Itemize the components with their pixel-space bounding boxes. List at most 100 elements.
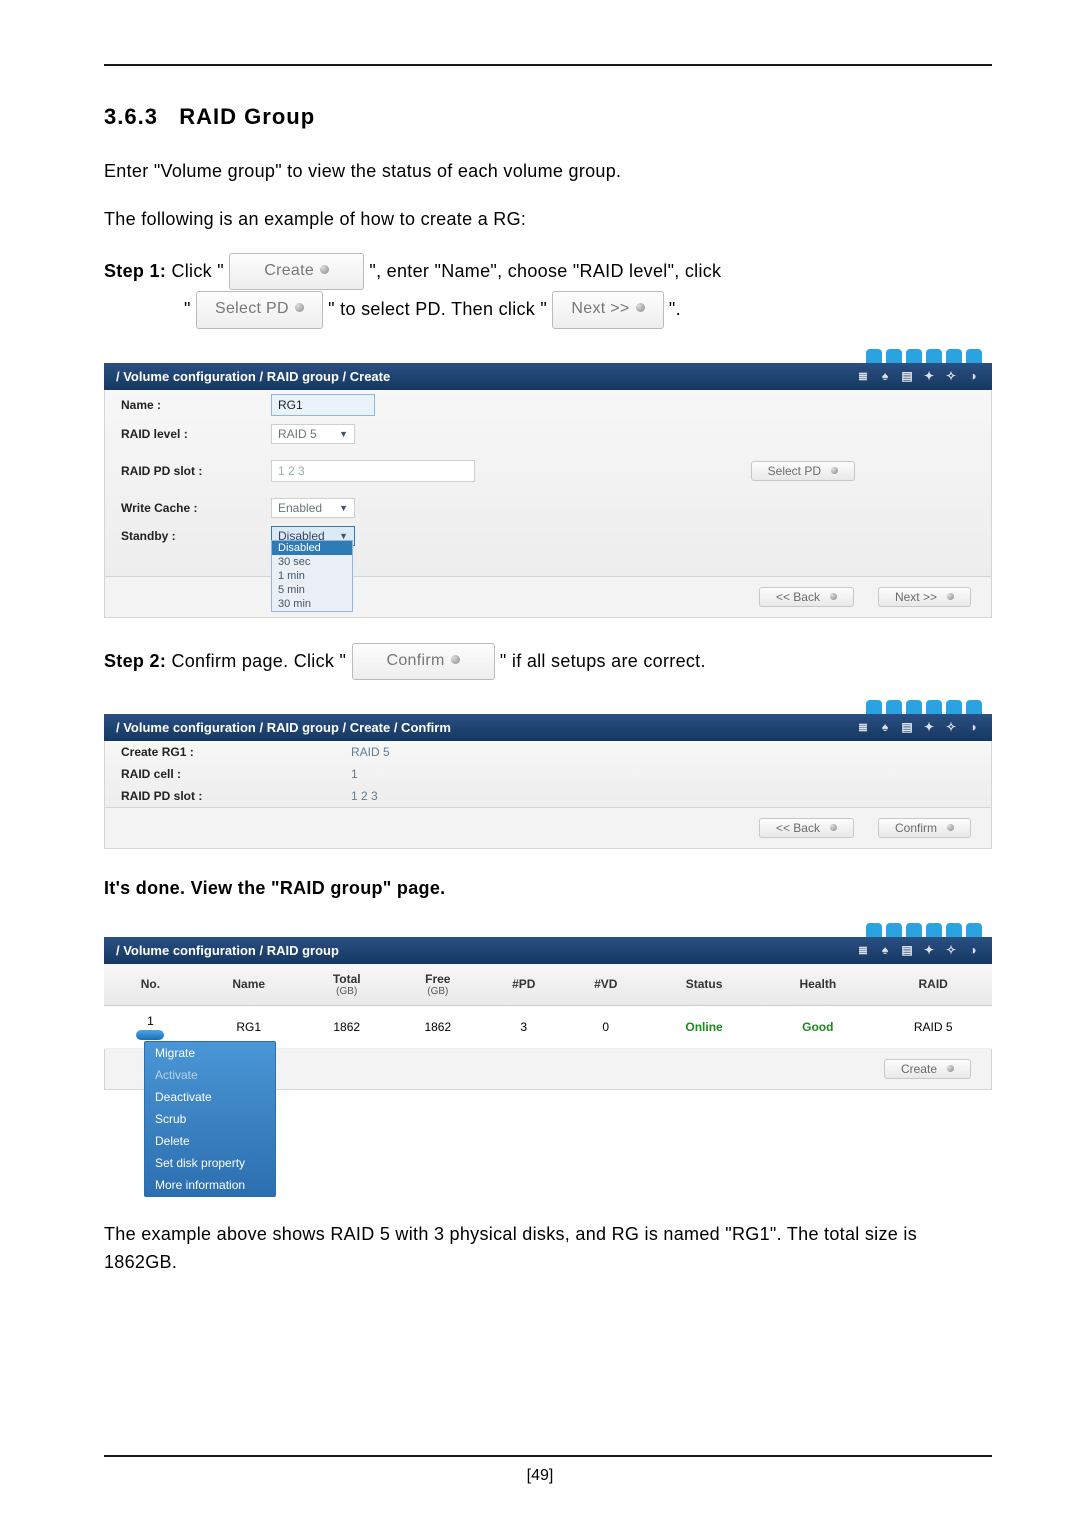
step-2-text: Step 2: Confirm page. Click " Confirm " … bbox=[104, 644, 992, 682]
write-cache-select[interactable]: Enabled ▼ bbox=[271, 498, 355, 518]
cell-total: 1862 bbox=[301, 1005, 393, 1048]
cell-vd: 0 bbox=[565, 1005, 647, 1048]
standby-option[interactable]: 5 min bbox=[272, 583, 352, 597]
create-rg-value: RAID 5 bbox=[351, 745, 390, 759]
button-dot-icon bbox=[830, 593, 837, 600]
tools-icon[interactable]: ✧ bbox=[944, 943, 958, 957]
standby-option[interactable]: 30 min bbox=[272, 597, 352, 611]
run-icon[interactable]: ✦ bbox=[922, 369, 936, 383]
raid-level-label: RAID level : bbox=[121, 427, 271, 441]
button-dot-icon bbox=[831, 467, 838, 474]
cell-free: 1862 bbox=[393, 1005, 483, 1048]
pd-slot-label: RAID PD slot : bbox=[121, 789, 351, 803]
done-text: It's done. View the "RAID group" page. bbox=[104, 875, 992, 903]
screenshot-create-panel: / Volume configuration / RAID group / Cr… bbox=[104, 349, 992, 618]
col-total: Total(GB) bbox=[301, 964, 393, 1006]
raid-group-table: No. Name Total(GB) Free(GB) #PD #VD Stat… bbox=[104, 964, 992, 1049]
user-icon[interactable]: ♠ bbox=[878, 943, 892, 957]
breadcrumb: / Volume configuration / RAID group / Cr… bbox=[116, 369, 390, 384]
tools-icon[interactable]: ✧ bbox=[944, 720, 958, 734]
standby-option[interactable]: 1 min bbox=[272, 569, 352, 583]
run-icon[interactable]: ✦ bbox=[922, 943, 936, 957]
intro-2: The following is an example of how to cr… bbox=[104, 206, 992, 234]
help-icon[interactable]: ◑ bbox=[966, 943, 980, 957]
list-icon[interactable]: ≣ bbox=[856, 943, 870, 957]
create-button-inline[interactable]: Create bbox=[229, 253, 364, 290]
tools-icon[interactable]: ✧ bbox=[944, 369, 958, 383]
button-dot-icon bbox=[947, 593, 954, 600]
save-icon[interactable]: ▤ bbox=[900, 943, 914, 957]
ctx-more-info[interactable]: More information bbox=[145, 1174, 275, 1196]
standby-label: Standby : bbox=[121, 529, 271, 543]
cell-health: Good bbox=[761, 1005, 874, 1048]
ctx-set-disk-property[interactable]: Set disk property bbox=[145, 1152, 275, 1174]
standby-option[interactable]: 30 sec bbox=[272, 555, 352, 569]
list-icon[interactable]: ≣ bbox=[856, 369, 870, 383]
save-icon[interactable]: ▤ bbox=[900, 720, 914, 734]
col-vd: #VD bbox=[565, 964, 647, 1006]
back-button[interactable]: << Back bbox=[759, 818, 854, 838]
save-icon[interactable]: ▤ bbox=[900, 369, 914, 383]
section-number: 3.6.3 bbox=[104, 104, 158, 129]
screenshot-table-panel: / Volume configuration / RAID group ≣ ♠ … bbox=[104, 923, 992, 1195]
write-cache-label: Write Cache : bbox=[121, 501, 271, 515]
chevron-down-icon: ▼ bbox=[339, 429, 348, 439]
user-icon[interactable]: ♠ bbox=[878, 369, 892, 383]
intro-1: Enter "Volume group" to view the status … bbox=[104, 158, 992, 186]
pd-slot-label: RAID PD slot : bbox=[121, 464, 271, 478]
standby-option[interactable]: Disabled bbox=[272, 541, 352, 555]
col-name: Name bbox=[197, 964, 301, 1006]
breadcrumb: / Volume configuration / RAID group / Cr… bbox=[116, 720, 451, 735]
user-icon[interactable]: ♠ bbox=[878, 720, 892, 734]
ctx-activate: Activate bbox=[145, 1064, 275, 1086]
name-input[interactable]: RG1 bbox=[271, 394, 375, 416]
help-icon[interactable]: ◑ bbox=[966, 369, 980, 383]
pd-slot-value: 1 2 3 bbox=[351, 789, 378, 803]
select-pd-button-inline[interactable]: Select PD bbox=[196, 291, 323, 328]
standby-dropdown[interactable]: Disabled 30 sec 1 min 5 min 30 min bbox=[271, 540, 353, 612]
back-button[interactable]: << Back bbox=[759, 587, 854, 607]
raid-cell-label: RAID cell : bbox=[121, 767, 351, 781]
step2-label: Step 2: bbox=[104, 651, 166, 671]
list-icon[interactable]: ≣ bbox=[856, 720, 870, 734]
col-pd: #PD bbox=[483, 964, 565, 1006]
button-dot-icon bbox=[451, 655, 460, 664]
col-status: Status bbox=[647, 964, 762, 1006]
ctx-scrub[interactable]: Scrub bbox=[145, 1108, 275, 1130]
breadcrumb: / Volume configuration / RAID group bbox=[116, 943, 339, 958]
button-dot-icon bbox=[295, 303, 304, 312]
next-button[interactable]: Next >> bbox=[878, 587, 971, 607]
step1-label: Step 1: bbox=[104, 261, 166, 281]
run-icon[interactable]: ✦ bbox=[922, 720, 936, 734]
row-action-chip[interactable] bbox=[136, 1030, 164, 1040]
help-icon[interactable]: ◑ bbox=[966, 720, 980, 734]
raid-level-select[interactable]: RAID 5 ▼ bbox=[271, 424, 355, 444]
step-1-text: Step 1: Click " Create ", enter "Name", … bbox=[104, 254, 992, 331]
cell-status: Online bbox=[647, 1005, 762, 1048]
panel-header: / Volume configuration / RAID group / Cr… bbox=[104, 363, 992, 390]
confirm-button[interactable]: Confirm bbox=[878, 818, 971, 838]
select-pd-button[interactable]: Select PD bbox=[751, 461, 855, 481]
pd-slot-input[interactable]: 1 2 3 bbox=[271, 460, 475, 482]
page-number: [49] bbox=[0, 1467, 1080, 1485]
raid-cell-value: 1 bbox=[351, 767, 358, 781]
ctx-deactivate[interactable]: Deactivate bbox=[145, 1086, 275, 1108]
screenshot-confirm-panel: / Volume configuration / RAID group / Cr… bbox=[104, 700, 992, 849]
col-no: No. bbox=[104, 964, 197, 1006]
panel-tab-icons bbox=[104, 349, 992, 363]
ctx-migrate[interactable]: Migrate bbox=[145, 1042, 275, 1064]
button-dot-icon bbox=[636, 303, 645, 312]
name-label: Name : bbox=[121, 398, 271, 412]
col-health: Health bbox=[761, 964, 874, 1006]
ctx-delete[interactable]: Delete bbox=[145, 1130, 275, 1152]
section-title: RAID Group bbox=[179, 104, 315, 129]
next-button-inline[interactable]: Next >> bbox=[552, 291, 663, 328]
chevron-down-icon: ▼ bbox=[339, 503, 348, 513]
confirm-button-inline[interactable]: Confirm bbox=[352, 643, 495, 680]
col-raid: RAID bbox=[874, 964, 992, 1006]
section-heading: 3.6.3 RAID Group bbox=[104, 104, 992, 130]
row-context-menu[interactable]: Migrate Activate Deactivate Scrub Delete… bbox=[144, 1041, 276, 1197]
create-rg-label: Create RG1 : bbox=[121, 745, 351, 759]
cell-pd: 3 bbox=[483, 1005, 565, 1048]
create-button[interactable]: Create bbox=[884, 1059, 971, 1079]
